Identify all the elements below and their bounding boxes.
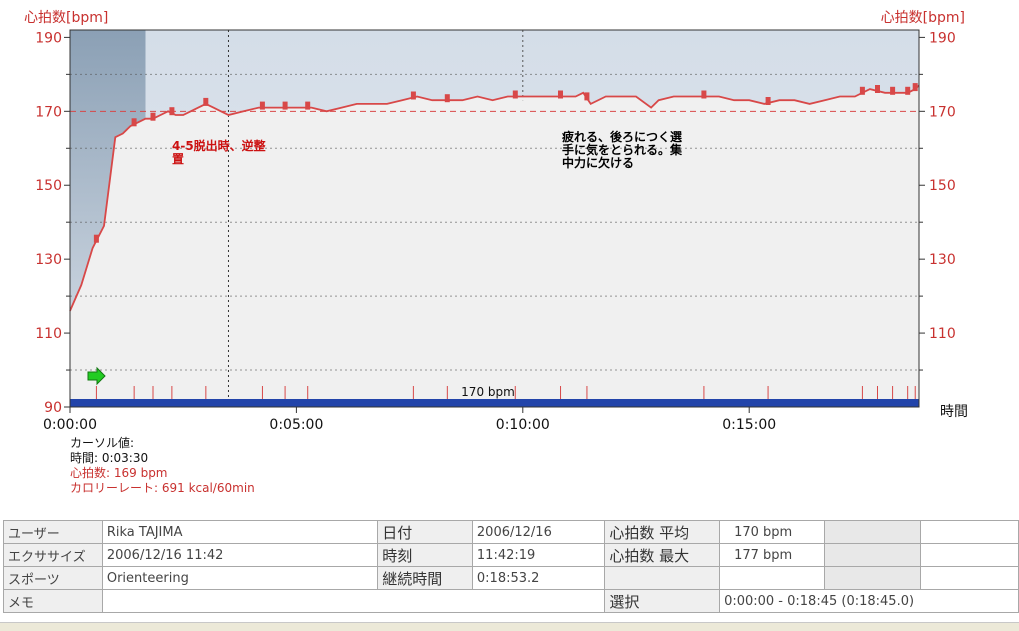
empty-cell bbox=[719, 566, 825, 590]
hr-avg-value: 170 bpm bbox=[719, 520, 825, 544]
cursor-readout-calorie: カロリーレート: 691 kcal/60min bbox=[70, 481, 255, 495]
annotation-text: 4-5脱出時、逆整 bbox=[172, 138, 266, 153]
date-value: 2006/12/16 bbox=[471, 520, 606, 544]
y-tick-label: 130 bbox=[35, 252, 62, 268]
duration-label: 継続時間 bbox=[377, 566, 473, 590]
empty-cell bbox=[920, 566, 1019, 590]
lap-marker bbox=[558, 90, 563, 99]
y-axis-label-left: 心拍数[bpm] bbox=[24, 10, 108, 26]
cursor-readout: カーソル値: 時間: 0:03:30 心拍数: 169 bpm カロリーレート:… bbox=[70, 436, 255, 496]
zone-bar bbox=[70, 399, 919, 407]
lap-marker bbox=[512, 90, 518, 99]
empty-cell bbox=[604, 566, 721, 590]
sport-label: スポーツ bbox=[3, 566, 103, 590]
hr-max-label: 心拍数 最大 bbox=[604, 543, 721, 567]
table-row: ユーザー Rika TAJIMA 日付 2006/12/16 心拍数 平均 17… bbox=[3, 520, 1019, 544]
y-tick-label-right: 150 bbox=[929, 178, 956, 194]
lap-marker bbox=[203, 97, 209, 106]
table-row: メモ 選択 0:00:00 - 0:18:45 (0:18:45.0) bbox=[3, 589, 1019, 613]
y-tick-label: 170 bbox=[35, 104, 62, 120]
lap-marker bbox=[905, 86, 911, 95]
annotation-text: 手に気をとられる。集 bbox=[562, 142, 683, 157]
empty-cell bbox=[823, 520, 922, 544]
empty-cell bbox=[920, 520, 1019, 544]
lap-marker bbox=[859, 86, 865, 95]
sport-value: Orienteering bbox=[101, 566, 379, 590]
lap-marker bbox=[584, 92, 590, 101]
date-label: 日付 bbox=[377, 520, 473, 544]
x-tick-label: 0:05:00 bbox=[269, 417, 323, 433]
cursor-readout-title: カーソル値: bbox=[70, 436, 135, 450]
table-row: エクササイズ 2006/12/16 11:42 時刻 11:42:19 心拍数 … bbox=[3, 543, 1019, 567]
lap-marker bbox=[912, 83, 918, 92]
cursor-readout-time: 時間: 0:03:30 bbox=[70, 451, 149, 465]
x-axis-label: 時間 bbox=[940, 404, 968, 420]
x-tick-label: 0:10:00 bbox=[496, 417, 550, 433]
lap-marker bbox=[765, 97, 771, 105]
session-info-table: ユーザー Rika TAJIMA 日付 2006/12/16 心拍数 平均 17… bbox=[3, 520, 1019, 613]
annotation-text: 置 bbox=[172, 152, 184, 166]
lap-marker bbox=[131, 118, 137, 127]
lap-marker bbox=[875, 85, 880, 93]
lap-marker bbox=[410, 91, 416, 100]
empty-cell bbox=[823, 543, 922, 567]
lap-marker bbox=[305, 101, 311, 110]
time-label: 時刻 bbox=[377, 543, 473, 567]
lap-marker bbox=[169, 107, 175, 116]
selection-value: 0:00:00 - 0:18:45 (0:18:45.0) bbox=[719, 589, 1019, 613]
y-tick-label: 90 bbox=[44, 400, 62, 416]
lap-marker bbox=[150, 112, 156, 121]
exercise-value: 2006/12/16 11:42 bbox=[101, 543, 379, 567]
empty-cell bbox=[823, 566, 922, 590]
selection-label: 選択 bbox=[604, 589, 721, 613]
annotation-text: 疲れる、後ろにつく選 bbox=[562, 129, 682, 144]
y-tick-label-right: 190 bbox=[929, 30, 956, 46]
x-tick-label: 0:00:00 bbox=[43, 417, 97, 433]
hr-avg-label: 心拍数 平均 bbox=[604, 520, 721, 544]
y-tick-label-right: 130 bbox=[929, 252, 956, 268]
area-under-curve bbox=[70, 85, 919, 408]
y-axis-label-right: 心拍数[bpm] bbox=[881, 10, 965, 26]
y-tick-label-right: 170 bbox=[929, 104, 956, 120]
memo-value[interactable] bbox=[101, 589, 606, 613]
lap-marker bbox=[93, 234, 99, 243]
x-tick-label: 0:15:00 bbox=[722, 417, 776, 433]
y-tick-label: 110 bbox=[35, 326, 62, 342]
lap-marker bbox=[282, 101, 288, 110]
annotation-text: 中力に欠ける bbox=[562, 155, 634, 170]
user-label: ユーザー bbox=[3, 520, 103, 544]
y-tick-label: 190 bbox=[35, 30, 62, 46]
y-tick-label-right: 110 bbox=[929, 326, 956, 342]
target-line-label: 170 bpm bbox=[461, 385, 515, 399]
cursor-readout-hr: 心拍数: 169 bpm bbox=[70, 466, 168, 480]
lap-marker bbox=[890, 86, 896, 95]
empty-cell bbox=[920, 543, 1019, 567]
lap-marker bbox=[444, 94, 450, 103]
time-value: 11:42:19 bbox=[471, 543, 606, 567]
memo-label: メモ bbox=[3, 589, 103, 613]
user-value: Rika TAJIMA bbox=[101, 520, 379, 544]
hr-max-value: 177 bpm bbox=[719, 543, 825, 567]
lap-marker bbox=[701, 90, 707, 99]
y-tick-label: 150 bbox=[35, 178, 62, 194]
lap-marker bbox=[259, 101, 265, 110]
table-row: スポーツ Orienteering 継続時間 0:18:53.2 bbox=[3, 566, 1019, 590]
heart-rate-chart[interactable]: 170 bpm 190 170 150 130 110 90 190 170 150 130 110 0… bbox=[0, 0, 1019, 505]
duration-value: 0:18:53.2 bbox=[471, 566, 606, 590]
exercise-label: エクササイズ bbox=[3, 543, 103, 567]
